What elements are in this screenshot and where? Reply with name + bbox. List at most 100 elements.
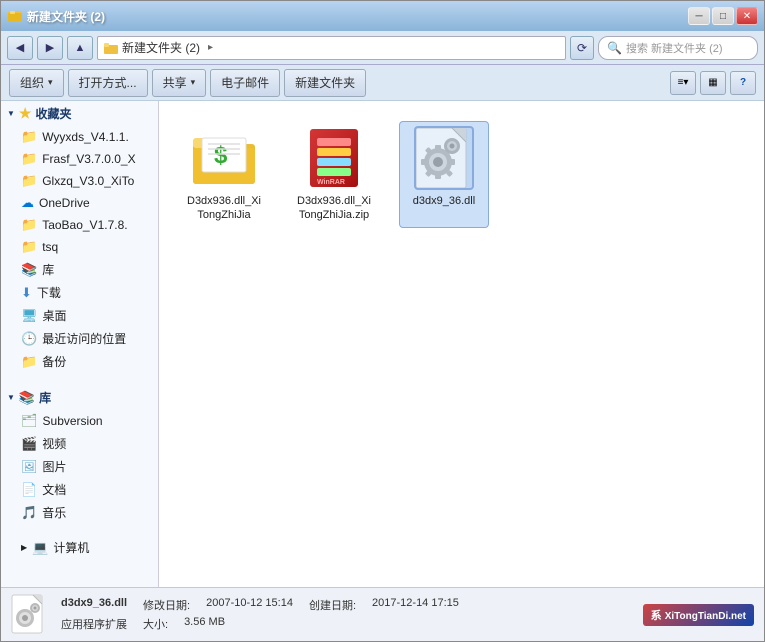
status-info: d3dx9_36.dll 修改日期: 2007-10-12 15:14 创建日期… xyxy=(61,597,459,632)
sidebar-item-music[interactable]: 🎵 音乐 xyxy=(1,501,158,524)
folder-icon: 📁 xyxy=(21,239,37,255)
forward-button[interactable]: ▶ xyxy=(37,36,63,60)
status-modified-value: 2007-10-12 15:14 xyxy=(206,597,293,613)
status-bottom-right: 系 XiTongTianDi.net xyxy=(643,604,754,626)
title-bar-controls: ─ □ ✕ xyxy=(688,7,758,25)
status-file-icon xyxy=(11,594,49,636)
sidebar-favorites-header[interactable]: ▼ ★ 收藏夹 xyxy=(1,101,158,126)
file-item-zip[interactable]: WinRAR D3dx936.dll_XiTongZhiJia.zip xyxy=(289,121,379,228)
status-row-1: d3dx9_36.dll 修改日期: 2007-10-12 15:14 创建日期… xyxy=(61,597,459,613)
watermark-url: XiTongTianDi.net xyxy=(665,611,746,622)
sidebar-item-label: Wyyxds_V4.1.1. xyxy=(42,130,129,144)
sidebar-item-label: 最近访问的位置 xyxy=(42,330,126,347)
sidebar-library-header[interactable]: ▼ 📚 库 xyxy=(1,385,158,410)
maximize-button[interactable]: □ xyxy=(712,7,734,25)
explorer-window: 新建文件夹 (2) ─ □ ✕ ◀ ▶ ▲ 新建文件夹 (2) ▸ ⟳ 🔍 搜索… xyxy=(0,0,765,642)
watermark-badge: 系 XiTongTianDi.net xyxy=(643,604,754,626)
desktop-icon: 🖥 xyxy=(21,308,38,324)
sidebar-item-label: 计算机 xyxy=(53,539,89,556)
email-button[interactable]: 电子邮件 xyxy=(210,69,280,97)
search-box[interactable]: 🔍 搜索 新建文件夹 (2) xyxy=(598,36,758,60)
help-button[interactable]: ? xyxy=(730,71,756,95)
organize-button[interactable]: 组织 ▾ xyxy=(9,69,64,97)
sidebar-item-label: 桌面 xyxy=(43,307,67,324)
refresh-button[interactable]: ⟳ xyxy=(570,36,594,60)
folder-icon: 📁 xyxy=(21,151,37,167)
status-dll-svg xyxy=(11,594,47,634)
computer-expand-icon: ▶ xyxy=(21,543,27,552)
backup-icon: 📁 xyxy=(21,354,37,370)
subversion-icon: 🗂 xyxy=(21,413,38,429)
email-label: 电子邮件 xyxy=(221,74,269,91)
doc-icon: 📄 xyxy=(21,482,37,498)
file-item-dll[interactable]: d3dx9_36.dll xyxy=(399,121,489,228)
search-icon: 🔍 xyxy=(607,41,622,55)
details-view-button[interactable]: ▦ xyxy=(700,71,726,95)
sidebar-item-label: 文档 xyxy=(42,481,66,498)
dll-icon-large xyxy=(412,126,476,190)
folder-svg: $ xyxy=(192,130,256,186)
music-icon: 🎵 xyxy=(21,505,37,521)
sidebar-item-label: 图片 xyxy=(43,458,67,475)
close-button[interactable]: ✕ xyxy=(736,7,758,25)
window-icon xyxy=(7,8,23,24)
new-folder-button[interactable]: 新建文件夹 xyxy=(284,69,366,97)
sidebar-item-image[interactable]: 🖼 图片 xyxy=(1,455,158,478)
sidebar-item-onedrive[interactable]: ☁ OneDrive xyxy=(1,192,158,214)
sidebar-item-glxzq[interactable]: 📁 Glxzq_V3.0_XiTo xyxy=(1,170,158,192)
status-filename: d3dx9_36.dll xyxy=(61,597,127,613)
back-button[interactable]: ◀ xyxy=(7,36,33,60)
organize-label: 组织 xyxy=(20,74,44,91)
sidebar-item-label: OneDrive xyxy=(39,196,90,210)
file-label: D3dx936.dll_XiTongZhiJia.zip xyxy=(294,194,374,223)
sidebar-item-backup[interactable]: 📁 备份 xyxy=(1,350,158,373)
file-label: d3dx9_36.dll xyxy=(413,194,475,208)
share-arrow-icon: ▾ xyxy=(191,77,196,88)
sidebar-item-taobao[interactable]: 📁 TaoBao_V1.7.8. xyxy=(1,214,158,236)
computer-icon: 💻 xyxy=(32,540,48,556)
open-with-label: 打开方式... xyxy=(79,74,137,91)
sidebar-item-video[interactable]: 🎬 视频 xyxy=(1,432,158,455)
sidebar-item-label: Frasf_V3.7.0.0_X xyxy=(42,152,135,166)
zip-icon-large: WinRAR xyxy=(302,126,366,190)
view-toggle-button[interactable]: ≡▾ xyxy=(670,71,696,95)
svg-text:$: $ xyxy=(214,142,228,169)
sidebar-item-label: 备份 xyxy=(42,353,66,370)
folder-icon: 📁 xyxy=(21,129,37,145)
address-path-box[interactable]: 新建文件夹 (2) ▸ xyxy=(97,36,566,60)
file-label: D3dx936.dll_XiTongZhiJia xyxy=(184,194,264,223)
minimize-button[interactable]: ─ xyxy=(688,7,710,25)
status-created-value: 2017-12-14 17:15 xyxy=(372,597,459,613)
zip-svg: WinRAR xyxy=(309,128,359,188)
sidebar-item-computer[interactable]: ▶ 💻 计算机 xyxy=(1,536,158,559)
sidebar-item-lib[interactable]: 📚 库 xyxy=(1,258,158,281)
lib-icon: 📚 xyxy=(21,262,37,278)
toolbar-right: ≡▾ ▦ ? xyxy=(670,71,756,95)
favorites-star-icon: ★ xyxy=(19,105,32,122)
search-placeholder: 搜索 新建文件夹 (2) xyxy=(626,40,723,56)
sidebar-item-frasf[interactable]: 📁 Frasf_V3.7.0.0_X xyxy=(1,148,158,170)
share-button[interactable]: 共享 ▾ xyxy=(152,69,207,97)
organize-arrow-icon: ▾ xyxy=(48,77,53,88)
dll-svg xyxy=(414,126,474,190)
file-item-folder[interactable]: $ D3dx936.dll_XiTongZhiJia xyxy=(179,121,269,228)
sidebar-item-tsq[interactable]: 📁 tsq xyxy=(1,236,158,258)
sidebar-item-subversion[interactable]: 🗂 Subversion xyxy=(1,410,158,432)
sidebar-item-doc[interactable]: 📄 文档 xyxy=(1,478,158,501)
sidebar-item-wyy[interactable]: 📁 Wyyxds_V4.1.1. xyxy=(1,126,158,148)
sidebar-item-recent[interactable]: 🕒 最近访问的位置 xyxy=(1,327,158,350)
sidebar-item-download[interactable]: ⬇ 下载 xyxy=(1,281,158,304)
folder-icon: 📁 xyxy=(21,173,37,189)
status-bar: d3dx9_36.dll 修改日期: 2007-10-12 15:14 创建日期… xyxy=(1,587,764,641)
library-icon: 📚 xyxy=(19,390,35,406)
sidebar: ▼ ★ 收藏夹 📁 Wyyxds_V4.1.1. 📁 Frasf_V3.7.0.… xyxy=(1,101,159,587)
status-row-2: 应用程序扩展 大小: 3.56 MB xyxy=(61,616,459,632)
favorites-expand-icon: ▼ xyxy=(7,109,15,118)
up-button[interactable]: ▲ xyxy=(67,36,93,60)
sidebar-item-label: 下载 xyxy=(37,284,61,301)
sidebar-item-desktop[interactable]: 🖥 桌面 xyxy=(1,304,158,327)
status-type: 应用程序扩展 xyxy=(61,616,127,632)
watermark-label: 系 xyxy=(651,610,662,622)
open-with-button[interactable]: 打开方式... xyxy=(68,69,148,97)
sidebar-item-label: Glxzq_V3.0_XiTo xyxy=(42,174,134,188)
